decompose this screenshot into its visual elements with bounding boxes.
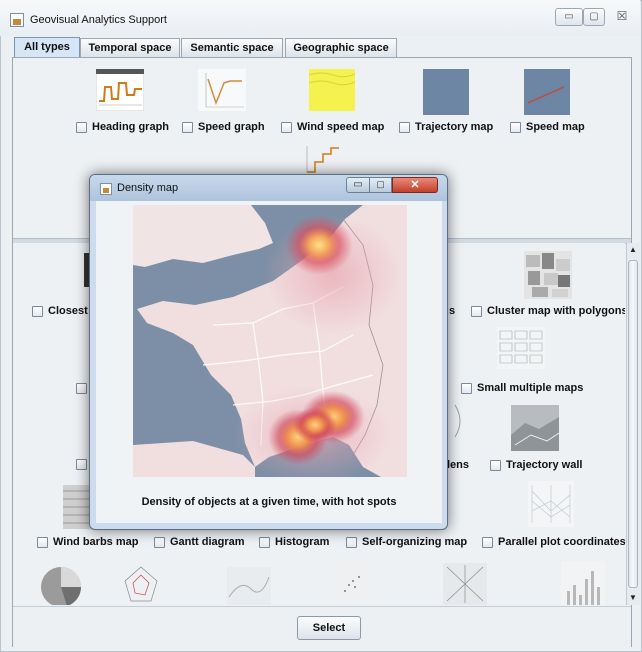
app-icon [10,13,24,27]
heading-graph-label: Heading graph [92,121,170,133]
histogram-label: Histogram [275,536,330,548]
trajectory-map-thumbnail[interactable] [423,69,469,115]
partial-s-item: s [449,305,455,317]
matrix-thumbnail[interactable] [443,563,487,605]
lens-label: lens [447,459,470,471]
partial-s-label: s [449,305,456,317]
window-title: Geovisual Analytics Support [30,14,167,26]
gantt-diagram-item[interactable]: Gantt diagram [154,536,245,548]
tab-temporal-space[interactable]: Temporal space [80,38,180,57]
density-map-caption: Density of objects at a given time, with… [141,496,397,508]
close-button[interactable]: ☒ [612,9,632,25]
heading-graph-item[interactable]: Heading graph [76,121,169,133]
scroll-up-icon[interactable]: ▲ [627,244,639,256]
wind-speed-map-label: Wind speed map [297,121,385,133]
heading-graph-thumbnail[interactable] [96,69,144,111]
trajectory-map-checkbox[interactable] [399,121,410,133]
trajectory-wall-label: Trajectory wall [506,459,583,471]
maximize-button[interactable]: ▢ [583,8,605,26]
closest-item[interactable]: Closest [32,305,88,317]
pie-chart-thumbnail[interactable] [37,561,85,605]
density-maximize-button[interactable]: ▢ [370,177,392,193]
wind-barbs-map-checkbox[interactable] [37,536,48,548]
heading-graph-checkbox[interactable] [76,121,87,133]
gantt-diagram-label: Gantt diagram [170,536,245,548]
parallel-plot-thumbnail[interactable] [528,481,574,527]
radar-chart-thumbnail[interactable] [121,563,161,605]
wind-barbs-map-item[interactable]: Wind barbs map [37,536,138,548]
cluster-map-label: Cluster map with polygons [487,305,625,317]
trajectory-wall-thumbnail[interactable] [511,405,559,451]
parallel-plot-label: Parallel plot coordinates [498,536,625,548]
scroll-down-icon[interactable]: ▼ [627,592,639,604]
cluster-map-checkbox[interactable] [471,305,482,317]
scroll-thumb[interactable] [628,260,638,588]
density-close-button[interactable]: ✕ [392,177,438,193]
density-minimize-button[interactable]: ▭ [346,177,370,193]
wind-speed-map-thumbnail[interactable] [309,69,355,111]
tab-semantic-space[interactable]: Semantic space [181,38,283,57]
wind-barbs-map-label: Wind barbs map [53,536,139,548]
cluster-map-item[interactable]: Cluster map with polygons [471,305,625,317]
density-window-app-icon [100,183,112,195]
speed-map-thumbnail[interactable] [524,69,570,115]
minimize-button[interactable]: ▭ [555,8,583,26]
self-organizing-map-label: Self-organizing map [362,536,468,548]
gantt-diagram-checkbox[interactable] [154,536,165,548]
speed-graph-item[interactable]: Speed graph [182,121,265,133]
speed-map-checkbox[interactable] [510,121,521,133]
trajectory-wall-checkbox[interactable] [490,459,501,471]
trajectory-map-item[interactable]: Trajectory map [399,121,493,133]
speed-map-label: Speed map [526,121,585,133]
speed-graph-thumbnail[interactable] [198,69,246,111]
hidden-row3-checkbox[interactable] [76,459,87,470]
scatter-plot-thumbnail[interactable] [331,563,371,605]
self-organizing-map-item[interactable]: Self-organizing map [346,536,467,548]
cluster-map-thumbnail[interactable] [524,251,572,299]
small-multiple-maps-thumbnail[interactable] [497,327,545,369]
step-graph-thumbnail[interactable] [305,144,345,174]
histogram-item[interactable]: Histogram [259,536,329,548]
speed-graph-checkbox[interactable] [182,121,193,133]
line-map-thumbnail[interactable] [227,567,271,605]
tab-geographic-space[interactable]: Geographic space [285,38,397,57]
bar-chart-thumbnail[interactable] [561,561,605,605]
lens-item: lens [447,459,469,471]
lens-thumbnail [454,404,461,438]
trajectory-map-label: Trajectory map [415,121,494,133]
closest-label: Closest [48,305,88,317]
parallel-plot-checkbox[interactable] [482,536,493,548]
small-multiple-maps-item[interactable]: Small multiple maps [461,382,583,394]
parallel-plot-item[interactable]: Parallel plot coordinates [482,536,625,548]
trajectory-wall-item[interactable]: Trajectory wall [490,459,582,471]
density-window-title: Density map [117,182,179,194]
self-organizing-map-checkbox[interactable] [346,536,357,548]
small-multiple-maps-checkbox[interactable] [461,382,472,394]
density-heatmap-image [133,205,407,477]
speed-graph-label: Speed graph [198,121,265,133]
small-multiple-maps-label: Small multiple maps [477,382,584,394]
closest-checkbox[interactable] [32,305,43,317]
tab-all-types[interactable]: All types [14,37,80,57]
wind-speed-map-item[interactable]: Wind speed map [281,121,384,133]
hidden-row2-checkbox[interactable] [76,383,87,394]
speed-map-item[interactable]: Speed map [510,121,585,133]
wind-speed-map-checkbox[interactable] [281,121,292,133]
select-button[interactable]: Select [297,616,361,640]
histogram-checkbox[interactable] [259,536,270,548]
